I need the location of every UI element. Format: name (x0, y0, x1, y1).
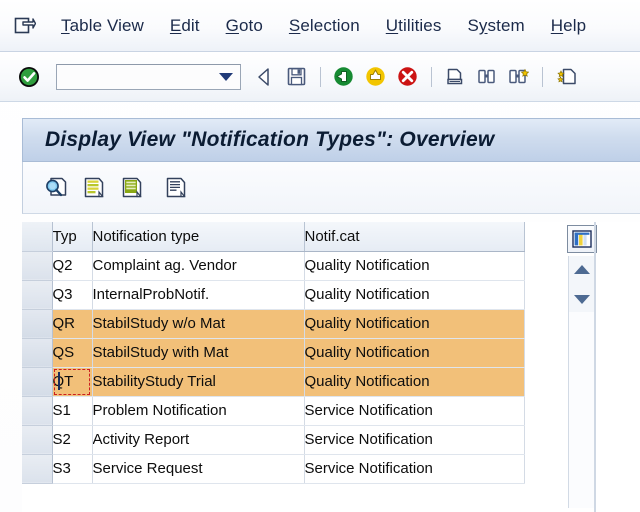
row-selector-button[interactable] (22, 367, 53, 397)
text-caret (57, 371, 60, 390)
cell-name[interactable]: Activity Report (92, 425, 305, 455)
standard-toolbar (0, 52, 640, 102)
first-page-button[interactable] (552, 62, 582, 92)
menu-item-table-view[interactable]: Table View (48, 14, 157, 38)
triangle-up-icon (574, 264, 590, 274)
sap-gui-window: Table View Edit Goto Selection Utilities Syst… (0, 0, 640, 512)
cell-name[interactable]: Problem Notification (92, 396, 305, 426)
menu-item-selection[interactable]: Selection (276, 14, 373, 38)
cell-cat[interactable]: Service Notification (304, 454, 525, 484)
column-header-typ[interactable]: Typ (52, 222, 93, 252)
cell-name[interactable]: InternalProbNotif. (92, 280, 305, 310)
table-panel-right-border (594, 222, 596, 512)
row-selector-button[interactable] (22, 396, 53, 426)
display-button[interactable] (159, 172, 193, 204)
toolbar-separator (320, 66, 321, 87)
table-control: Typ Notification type Notif.cat Q2 Compla… (22, 222, 640, 512)
command-field[interactable] (56, 63, 241, 90)
green-check-enter-icon[interactable] (14, 62, 44, 92)
menu-bar: Table View Edit Goto Selection Utilities Syst… (0, 0, 640, 52)
column-config-icon (572, 230, 592, 248)
cell-cat[interactable]: Quality Notification (304, 367, 525, 397)
cell-typ[interactable]: QT (52, 367, 93, 397)
table-row[interactable]: S1 Problem Notification Service Notificati… (22, 396, 525, 426)
sap-exit-arrow-icon[interactable] (12, 13, 38, 39)
menu-item-edit[interactable]: Edit (157, 14, 213, 38)
cell-name[interactable]: StabilStudy w/o Mat (92, 309, 305, 339)
column-config-button[interactable] (567, 225, 597, 253)
find-button[interactable] (471, 62, 501, 92)
cell-cat[interactable]: Service Notification (304, 425, 525, 455)
cell-cat[interactable]: Quality Notification (304, 280, 525, 310)
menu-item-help[interactable]: Help (538, 14, 599, 38)
table-row[interactable]: S3 Service Request Service Notification (22, 454, 525, 484)
cell-cat[interactable]: Service Notification (304, 396, 525, 426)
scroll-up-button[interactable] (569, 256, 595, 282)
cell-name[interactable]: StabilityStudy Trial (92, 367, 305, 397)
scrollbar-track[interactable] (569, 312, 595, 508)
details-button[interactable] (39, 172, 73, 204)
copy-as-button[interactable] (115, 172, 149, 204)
table-row[interactable]: Q3 InternalProbNotif. Quality Notification (22, 280, 525, 310)
cell-cat[interactable]: Quality Notification (304, 338, 525, 368)
select-all-header[interactable] (22, 222, 53, 252)
save-button[interactable] (281, 62, 311, 92)
row-selector-button[interactable] (22, 280, 53, 310)
table-row[interactable]: Q2 Complaint ag. Vendor Quality Notificati… (22, 251, 525, 281)
cell-typ[interactable]: S1 (52, 396, 93, 426)
command-input[interactable] (57, 65, 207, 88)
chevron-down-icon[interactable] (219, 72, 233, 81)
cell-typ[interactable]: QS (52, 338, 93, 368)
row-selector-button[interactable] (22, 309, 53, 339)
table-row[interactable]: QT StabilityStudy Trial Quality Notificati… (22, 367, 525, 397)
table-row[interactable]: QS StabilStudy with Mat Quality Notificati… (22, 338, 525, 368)
menu-item-utilities[interactable]: Utilities (373, 14, 455, 38)
screen-title-panel: Display View "Notification Types": Overv… (22, 118, 640, 162)
new-entries-button[interactable] (77, 172, 111, 204)
toolbar-separator (431, 66, 432, 87)
back-triangle-button[interactable] (249, 62, 279, 92)
scroll-down-button[interactable] (569, 286, 595, 312)
vertical-scrollbar[interactable] (568, 256, 595, 508)
row-selector-button[interactable] (22, 425, 53, 455)
cell-name[interactable]: Complaint ag. Vendor (92, 251, 305, 281)
table-header-row: Typ Notification type Notif.cat (22, 222, 525, 252)
cancel-button[interactable] (392, 62, 422, 92)
cell-cat[interactable]: Quality Notification (304, 251, 525, 281)
cell-typ[interactable]: QR (52, 309, 93, 339)
menu-item-system[interactable]: System (454, 14, 537, 38)
exit-button[interactable] (360, 62, 390, 92)
cell-typ[interactable]: Q2 (52, 251, 93, 281)
cell-cat[interactable]: Quality Notification (304, 309, 525, 339)
menu-item-goto[interactable]: Goto (213, 14, 276, 38)
application-toolbar (22, 162, 640, 214)
toolbar-separator (542, 66, 543, 87)
green-back-button[interactable] (328, 62, 358, 92)
triangle-down-icon (574, 294, 590, 304)
cell-name[interactable]: Service Request (92, 454, 305, 484)
column-header-cat[interactable]: Notif.cat (304, 222, 525, 252)
page-title: Display View "Notification Types": Overv… (45, 128, 495, 151)
table-row[interactable]: QR StabilStudy w/o Mat Quality Notificatio… (22, 309, 525, 339)
table-row[interactable]: S2 Activity Report Service Notification (22, 425, 525, 455)
cell-typ[interactable]: S2 (52, 425, 93, 455)
row-selector-button[interactable] (22, 338, 53, 368)
cell-typ[interactable]: Q3 (52, 280, 93, 310)
cell-name[interactable]: StabilStudy with Mat (92, 338, 305, 368)
print-button[interactable] (439, 62, 469, 92)
row-selector-button[interactable] (22, 454, 53, 484)
find-next-button[interactable] (503, 62, 533, 92)
column-header-name[interactable]: Notification type (92, 222, 305, 252)
row-selector-button[interactable] (22, 251, 53, 281)
cell-typ[interactable]: S3 (52, 454, 93, 484)
notification-types-table: Typ Notification type Notif.cat Q2 Compla… (22, 222, 525, 484)
